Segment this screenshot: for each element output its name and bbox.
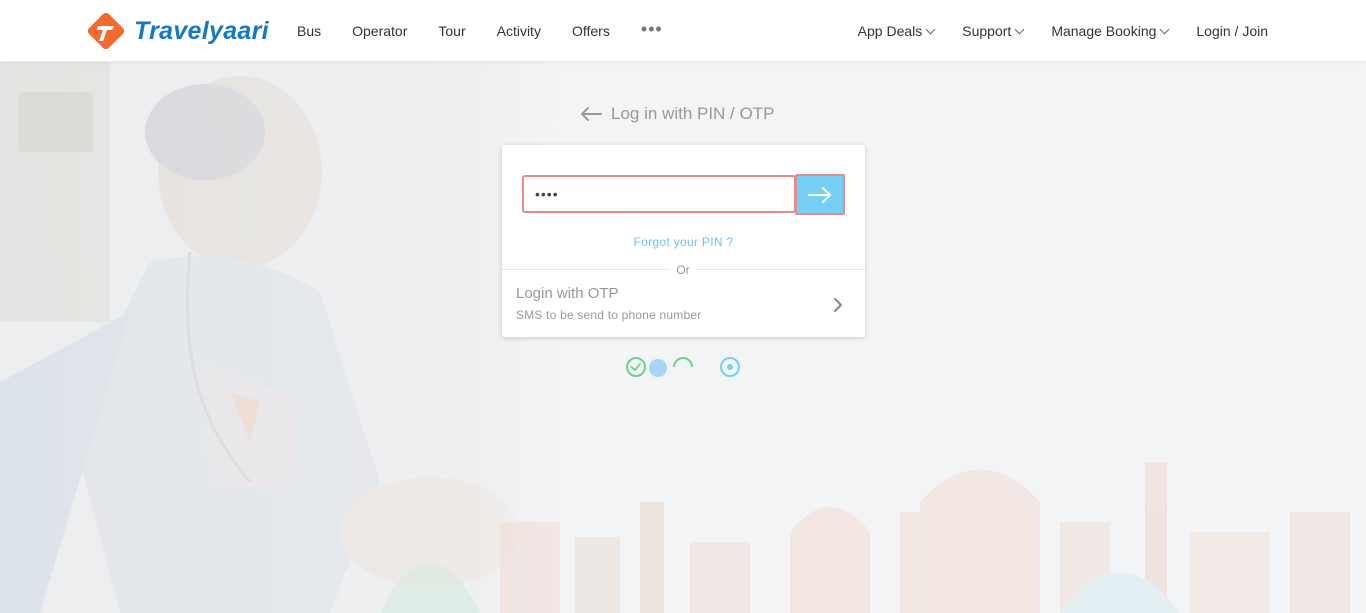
brand-logo[interactable]: Travelyaari	[86, 11, 269, 51]
nav-manage-booking[interactable]: Manage Booking	[1051, 23, 1170, 39]
forgot-pin-link[interactable]: Forgot your PIN ?	[502, 235, 865, 249]
otp-title: Login with OTP	[516, 285, 619, 302]
nav-manage-booking-label: Manage Booking	[1051, 23, 1157, 39]
arrow-right-icon	[808, 186, 831, 203]
arrow-left-icon	[581, 107, 602, 121]
pin-input[interactable]	[522, 175, 796, 213]
back-to-login-options[interactable]: Log in with PIN / OTP	[580, 102, 774, 126]
more-menu-icon[interactable]: •••	[641, 19, 663, 40]
step-target-icon	[720, 357, 740, 377]
step-loading-icon	[673, 357, 693, 368]
login-with-otp-option[interactable]: Login with OTP SMS to be send to phone n…	[502, 275, 865, 335]
nav-login-join-label: Login / Join	[1196, 23, 1268, 39]
chevron-right-icon	[834, 298, 842, 312]
pin-login-card: Forgot your PIN ? Or Login with OTP SMS …	[502, 145, 865, 337]
submit-pin-button[interactable]	[795, 174, 845, 215]
primary-nav: Bus Operator Tour Activity Offers •••	[297, 0, 663, 62]
nav-offers[interactable]: Offers	[572, 23, 610, 39]
nav-support-label: Support	[962, 23, 1012, 39]
nav-activity[interactable]: Activity	[497, 23, 541, 39]
back-label: Log in with PIN / OTP	[611, 104, 775, 123]
step-active-dot-icon	[649, 359, 667, 377]
otp-subtitle: SMS to be send to phone number	[516, 308, 702, 322]
nav-tour[interactable]: Tour	[438, 23, 465, 39]
nav-login-join[interactable]: Login / Join	[1196, 23, 1268, 39]
nav-app-deals[interactable]: App Deals	[857, 23, 936, 39]
step-complete-icon	[626, 357, 646, 377]
nav-app-deals-label: App Deals	[857, 23, 923, 39]
top-header: Travelyaari Bus Operator Tour Activity O…	[0, 0, 1366, 62]
login-progress-steps	[625, 356, 745, 380]
background-skyline-image	[380, 462, 1350, 613]
nav-operator[interactable]: Operator	[352, 23, 407, 39]
logo-text: Travelyaari	[134, 16, 269, 45]
chevron-down-icon	[1014, 24, 1025, 34]
nav-bus[interactable]: Bus	[297, 23, 321, 39]
nav-support[interactable]: Support	[962, 23, 1025, 39]
travelyaari-logo-icon	[87, 12, 125, 50]
secondary-nav: App Deals Support Manage Booking Login /…	[830, 0, 1268, 62]
chevron-down-icon	[1159, 24, 1170, 34]
chevron-down-icon	[925, 24, 936, 34]
